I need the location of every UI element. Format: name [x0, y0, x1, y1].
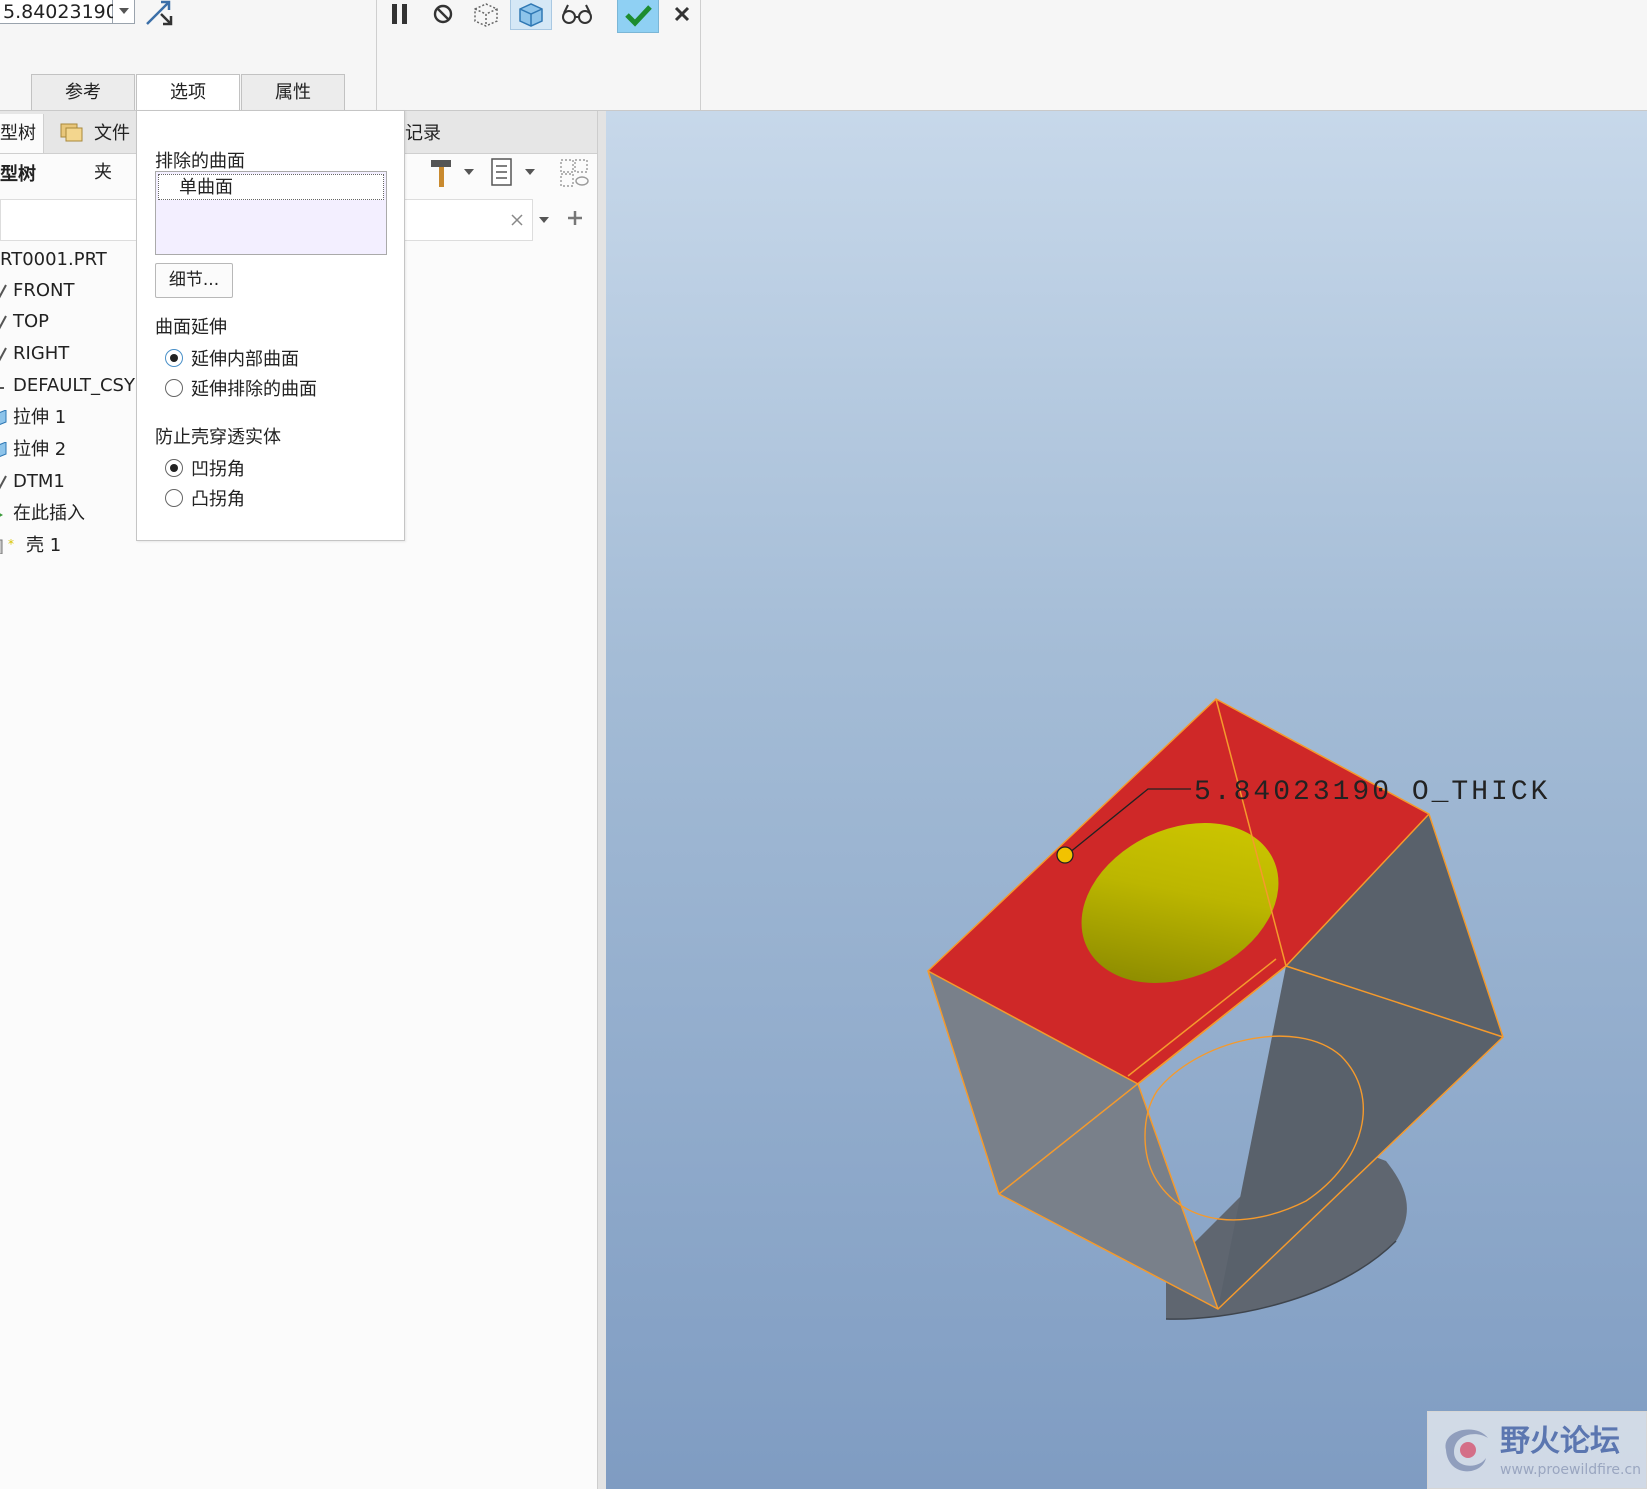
radio-convex-corner[interactable]: 凸拐角: [165, 485, 385, 511]
graphics-window[interactable]: 5.84023190 O_THICK: [606, 111, 1647, 1489]
tab-options[interactable]: 选项: [136, 74, 240, 111]
flip-direction-icon[interactable]: [141, 0, 177, 28]
add-filter-icon[interactable]: [566, 209, 584, 227]
excluded-surfaces-label: 排除的曲面: [155, 151, 245, 172]
cancel-button[interactable]: [664, 0, 700, 30]
radio-extend-excluded-surfaces[interactable]: 延伸排除的曲面: [165, 375, 385, 401]
options-panel: 排除的曲面 单曲面 细节... 曲面延伸 延伸内部曲面 延伸排除的曲面 防止壳穿…: [136, 110, 405, 541]
tab-properties[interactable]: 属性: [241, 74, 345, 110]
shell-model-view[interactable]: 5.84023190 O_THICK: [606, 111, 1647, 1489]
tree-settings-hammer-icon[interactable]: [428, 157, 456, 189]
tab-references[interactable]: 参考: [31, 74, 135, 110]
datum-plane-icon: [0, 475, 7, 490]
tree-filter-icon[interactable]: [558, 157, 592, 191]
excluded-surface-item[interactable]: 单曲面: [158, 174, 384, 200]
svg-text:*: *: [8, 538, 14, 551]
tab-model-tree[interactable]: 型树: [0, 114, 44, 153]
thickness-dropdown-button[interactable]: [113, 0, 135, 24]
watermark-title: 野火论坛: [1500, 1424, 1620, 1459]
shell-feature-icon: *: [0, 538, 14, 554]
model-tree-title: 型树: [0, 164, 36, 185]
checkmark-icon: [625, 4, 652, 27]
chevron-down-icon[interactable]: [463, 167, 475, 177]
radio-unselected-icon: [165, 379, 183, 397]
details-button[interactable]: 细节...: [155, 263, 233, 298]
chevron-down-icon[interactable]: [538, 215, 550, 225]
watermark-url: www.proewildfire.cn: [1500, 1462, 1642, 1478]
forum-logo-icon: [1445, 1429, 1488, 1472]
tab-history[interactable]: 记录: [398, 114, 458, 153]
thickness-dimension-label[interactable]: 5.84023190 O_THICK: [1194, 777, 1550, 808]
datum-plane-icon: [0, 284, 7, 299]
radio-selected-icon: [165, 349, 183, 367]
chevron-down-icon[interactable]: [524, 167, 536, 177]
pause-icon: [392, 4, 407, 24]
dashboard-separator: [376, 0, 377, 110]
dashboard-separator: [700, 0, 701, 110]
verify-mode-button[interactable]: [510, 0, 552, 30]
separate-preview-button[interactable]: [468, 0, 504, 30]
pause-button[interactable]: [382, 0, 418, 30]
navigator-splitter[interactable]: [597, 111, 606, 1489]
surface-extension-label: 曲面延伸: [155, 317, 227, 338]
geometry-preview-icon: [474, 3, 498, 27]
insert-arrow-icon: [0, 513, 3, 517]
excluded-surfaces-collector[interactable]: 单曲面: [155, 171, 387, 255]
glasses-icon: [562, 4, 592, 24]
extrude-icon: [0, 442, 7, 457]
coordinate-system-icon: [0, 387, 4, 389]
radio-concave-corner[interactable]: 凹拐角: [165, 455, 385, 481]
shaded-preview-icon: [519, 3, 543, 27]
datum-plane-icon: [0, 347, 7, 362]
no-preview-icon: [433, 4, 453, 24]
thickness-drag-handle[interactable]: [1056, 846, 1074, 864]
glasses-preview-button[interactable]: [557, 0, 597, 30]
no-preview-button[interactable]: [425, 0, 461, 30]
ok-button[interactable]: [617, 0, 659, 33]
radio-extend-inner-surfaces[interactable]: 延伸内部曲面: [165, 345, 385, 371]
close-icon: [674, 6, 690, 22]
thickness-input[interactable]: 5.84023190: [0, 0, 118, 24]
datum-plane-icon: [0, 315, 7, 330]
radio-selected-icon: [165, 459, 183, 477]
clear-search-icon[interactable]: [510, 213, 524, 227]
extrude-icon: [0, 410, 7, 425]
tree-show-list-icon[interactable]: [489, 157, 515, 189]
tab-folder-browser[interactable]: 文件夹: [50, 114, 140, 183]
radio-unselected-icon: [165, 489, 183, 507]
forum-watermark: 野火论坛 www.proewildfire.cn: [1427, 1411, 1647, 1489]
shell-dashboard: 5.84023190 参考 选项 属性: [0, 0, 1647, 111]
prevent-shell-penetration-label: 防止壳穿透实体: [155, 427, 281, 448]
folder-icon: [60, 123, 83, 142]
